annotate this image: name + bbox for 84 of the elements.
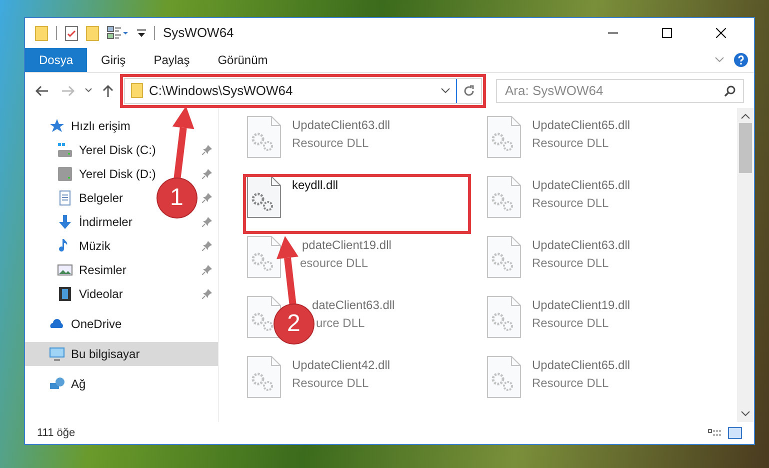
file-name[interactable]: UpdateClient42.dll [292, 356, 390, 374]
pin-icon[interactable] [202, 241, 212, 251]
scroll-up-icon[interactable] [741, 113, 750, 119]
scroll-down-icon[interactable] [741, 411, 750, 417]
file-type: Resource DLL [532, 315, 610, 332]
file-type: Resource DLL [532, 255, 610, 272]
nav-item[interactable]: OneDrive [71, 315, 122, 333]
file-type: esource DLL [300, 255, 370, 272]
dll-file-icon[interactable] [247, 176, 281, 218]
search-icon[interactable] [724, 84, 736, 96]
callout-circle [274, 304, 314, 344]
nav-item[interactable]: Müzik [79, 237, 110, 255]
nav-item[interactable]: Hızlı erişim [71, 117, 130, 135]
nav-item[interactable]: İndirmeler [79, 213, 132, 231]
ribbon-tab[interactable]: Giriş [87, 48, 140, 72]
nav-item[interactable]: Bu bilgisayar [25, 342, 218, 366]
file-type: Resource DLL [532, 375, 610, 392]
file-name[interactable]: dateClient63.dll [312, 296, 395, 314]
callout-number: 1 [170, 186, 184, 210]
file-type: Resource DLL [292, 375, 370, 392]
customize-dropdown-icon[interactable] [137, 28, 146, 38]
nav-item[interactable]: Resimler [79, 261, 126, 279]
details-view-icon[interactable] [708, 428, 722, 438]
recent-dropdown-icon[interactable] [85, 88, 92, 93]
item-count: 111 öğe [37, 426, 76, 441]
file-name[interactable]: UpdateClient63.dll [292, 116, 390, 134]
nav-item[interactable]: Ağ [71, 375, 86, 393]
nav-item[interactable]: Videolar [79, 285, 123, 303]
file-name[interactable]: UpdateClient63.dll [532, 236, 630, 254]
file-name[interactable]: UpdateClient65.dll [532, 356, 630, 374]
address-path: C:\Windows\SysWOW64 [149, 82, 293, 100]
windrive-icon [57, 142, 73, 158]
nav-item[interactable]: Yerel Disk (C:) [79, 141, 156, 159]
ribbon-tab[interactable]: Görünüm [204, 48, 282, 72]
callout-arrow [276, 236, 298, 306]
forward-arrow-icon[interactable] [61, 84, 75, 96]
file-name[interactable]: pdateClient19.dll [302, 236, 392, 254]
nav-item[interactable]: Yerel Disk (D:) [79, 165, 156, 183]
file-type: Resource DLL [292, 135, 370, 152]
expand-ribbon-icon[interactable] [715, 57, 724, 63]
refresh-icon[interactable] [463, 84, 475, 96]
file-name[interactable]: UpdateClient19.dll [532, 296, 630, 314]
minimize-icon [608, 32, 618, 34]
ribbon-tab[interactable]: Dosya [25, 48, 88, 72]
back-arrow-icon[interactable] [35, 84, 49, 96]
file-name[interactable]: UpdateClient65.dll [532, 176, 630, 194]
callout-number: 2 [287, 312, 300, 336]
file-name[interactable]: UpdateClient65.dll [532, 116, 630, 134]
file-type: Resource DLL [532, 195, 610, 212]
new-folder-icon[interactable] [86, 26, 99, 40]
nav-item[interactable]: Belgeler [79, 189, 124, 207]
dropdown-chevron-icon[interactable] [441, 88, 450, 94]
scrollbar-thumb[interactable] [739, 123, 752, 173]
search-field[interactable]: Ara: SysWOW64 [496, 78, 744, 102]
pin-icon[interactable] [202, 265, 212, 275]
window-title: SysWOW64 [163, 24, 234, 42]
file-type: urce DLL [316, 315, 366, 332]
ribbon-tab[interactable]: Paylaş [140, 48, 204, 72]
close-icon [716, 28, 726, 38]
folder-icon [131, 83, 143, 98]
drive-icon [57, 166, 73, 182]
callout-circle [156, 178, 198, 218]
properties-icon[interactable] [65, 26, 78, 40]
folder-icon [35, 26, 48, 40]
help-icon[interactable] [734, 53, 748, 67]
picture-icon [57, 262, 73, 278]
up-arrow-icon[interactable] [102, 84, 114, 98]
vertical-scrollbar[interactable] [737, 108, 754, 422]
network-icon [49, 376, 65, 392]
pin-icon[interactable] [202, 217, 212, 227]
file-name[interactable]: keydll.dll [292, 176, 338, 194]
star-icon [49, 118, 65, 134]
pin-icon[interactable] [202, 289, 212, 299]
computer-icon [49, 346, 65, 362]
download-icon [57, 214, 73, 230]
view-dropdown-icon[interactable] [107, 26, 129, 40]
pin-icon[interactable] [202, 169, 212, 179]
video-icon [57, 286, 73, 302]
large-icons-view-icon[interactable] [728, 427, 742, 439]
pin-icon[interactable] [202, 145, 212, 155]
doc-icon [57, 190, 73, 206]
file-type: Resource DLL [532, 135, 610, 152]
maximize-icon [662, 28, 672, 38]
pin-icon[interactable] [202, 193, 212, 203]
